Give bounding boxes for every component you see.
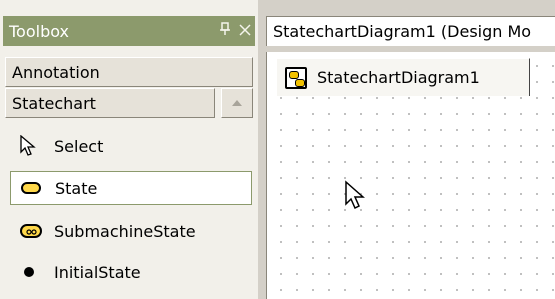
section-statechart-label: Statechart <box>12 93 96 113</box>
tool-select[interactable]: Select <box>10 129 252 163</box>
document-title-bar: StatechartDiagram1 (Design Mo <box>266 16 555 46</box>
tab-statechart-diagram-label: StatechartDiagram1 <box>317 68 480 87</box>
document-title: StatechartDiagram1 (Design Mo <box>273 22 532 41</box>
diagram-tabstrip: StatechartDiagram1 <box>266 52 555 96</box>
tool-initial-state-label: InitialState <box>54 262 141 282</box>
toolbox-title: Toolbox <box>9 21 69 41</box>
statechart-diagram-icon <box>285 66 307 89</box>
scroll-up-button[interactable] <box>221 88 253 118</box>
toolbox-panel: Toolbox Annotation Statechart Select Sta… <box>0 0 258 299</box>
section-annotation[interactable]: Annotation <box>5 57 253 87</box>
close-icon[interactable] <box>235 22 255 40</box>
section-statechart[interactable]: Statechart <box>5 88 215 118</box>
tool-submachine-state-label: SubmachineState <box>54 221 196 241</box>
arrow-pointer-icon <box>20 135 46 156</box>
tab-statechart-diagram[interactable]: StatechartDiagram1 <box>276 58 530 96</box>
toolbox-title-bar: Toolbox <box>3 16 255 46</box>
tool-initial-state[interactable]: InitialState <box>10 255 252 289</box>
pin-icon[interactable] <box>215 22 235 40</box>
tool-select-label: Select <box>54 136 104 156</box>
chevron-up-icon <box>232 100 242 106</box>
initial-state-icon <box>20 262 46 282</box>
tool-state[interactable]: State <box>10 171 252 205</box>
tool-submachine-state[interactable]: SubmachineState <box>10 214 252 248</box>
mouse-cursor-icon <box>344 180 366 214</box>
tool-state-label: State <box>55 178 98 198</box>
state-icon <box>21 178 47 198</box>
submachine-state-icon <box>20 221 46 241</box>
section-annotation-label: Annotation <box>12 62 100 82</box>
